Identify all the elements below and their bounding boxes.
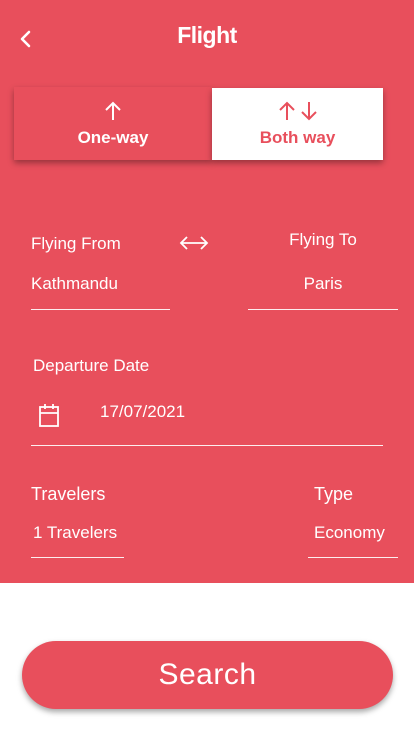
departure-date-underline	[31, 445, 383, 446]
type-label: Type	[314, 484, 354, 504]
flight-form-panel: Flight One-way Both way Flying From Kath…	[0, 0, 414, 583]
flying-to-underline	[248, 309, 398, 310]
calendar-icon[interactable]	[38, 402, 60, 428]
travelers-value: 1 Travelers	[33, 523, 118, 542]
travelers-field[interactable]: 1 Travelers	[31, 518, 124, 558]
both-way-label: Both way	[259, 128, 336, 147]
flying-to-value: Paris	[303, 274, 343, 293]
flying-to-field[interactable]: Paris	[248, 270, 398, 310]
departure-date-field[interactable]: 17/07/2021	[100, 398, 383, 438]
flying-from-underline	[31, 309, 170, 310]
one-way-label: One-way	[77, 127, 149, 147]
travelers-label: Travelers	[31, 484, 106, 504]
departure-date-label: Departure Date	[33, 356, 150, 375]
type-field[interactable]: Economy	[308, 518, 398, 558]
type-underline	[308, 557, 398, 558]
search-button[interactable]: Search	[22, 641, 393, 709]
page-title: Flight	[177, 22, 237, 48]
flying-from-label: Flying From	[31, 234, 121, 253]
arrows-up-down-icon	[276, 100, 320, 122]
both-way-button[interactable]: Both way	[212, 88, 383, 160]
flying-from-value: Kathmandu	[31, 274, 118, 293]
swap-arrows-icon[interactable]	[179, 233, 209, 253]
flying-from-field[interactable]: Kathmandu	[31, 270, 170, 310]
type-value: Economy	[314, 523, 385, 542]
one-way-button[interactable]: One-way	[14, 87, 212, 160]
departure-date-value: 17/07/2021	[100, 402, 186, 421]
flying-to-label: Flying To	[289, 230, 357, 249]
travelers-underline	[31, 557, 124, 558]
arrow-up-icon	[103, 100, 123, 122]
